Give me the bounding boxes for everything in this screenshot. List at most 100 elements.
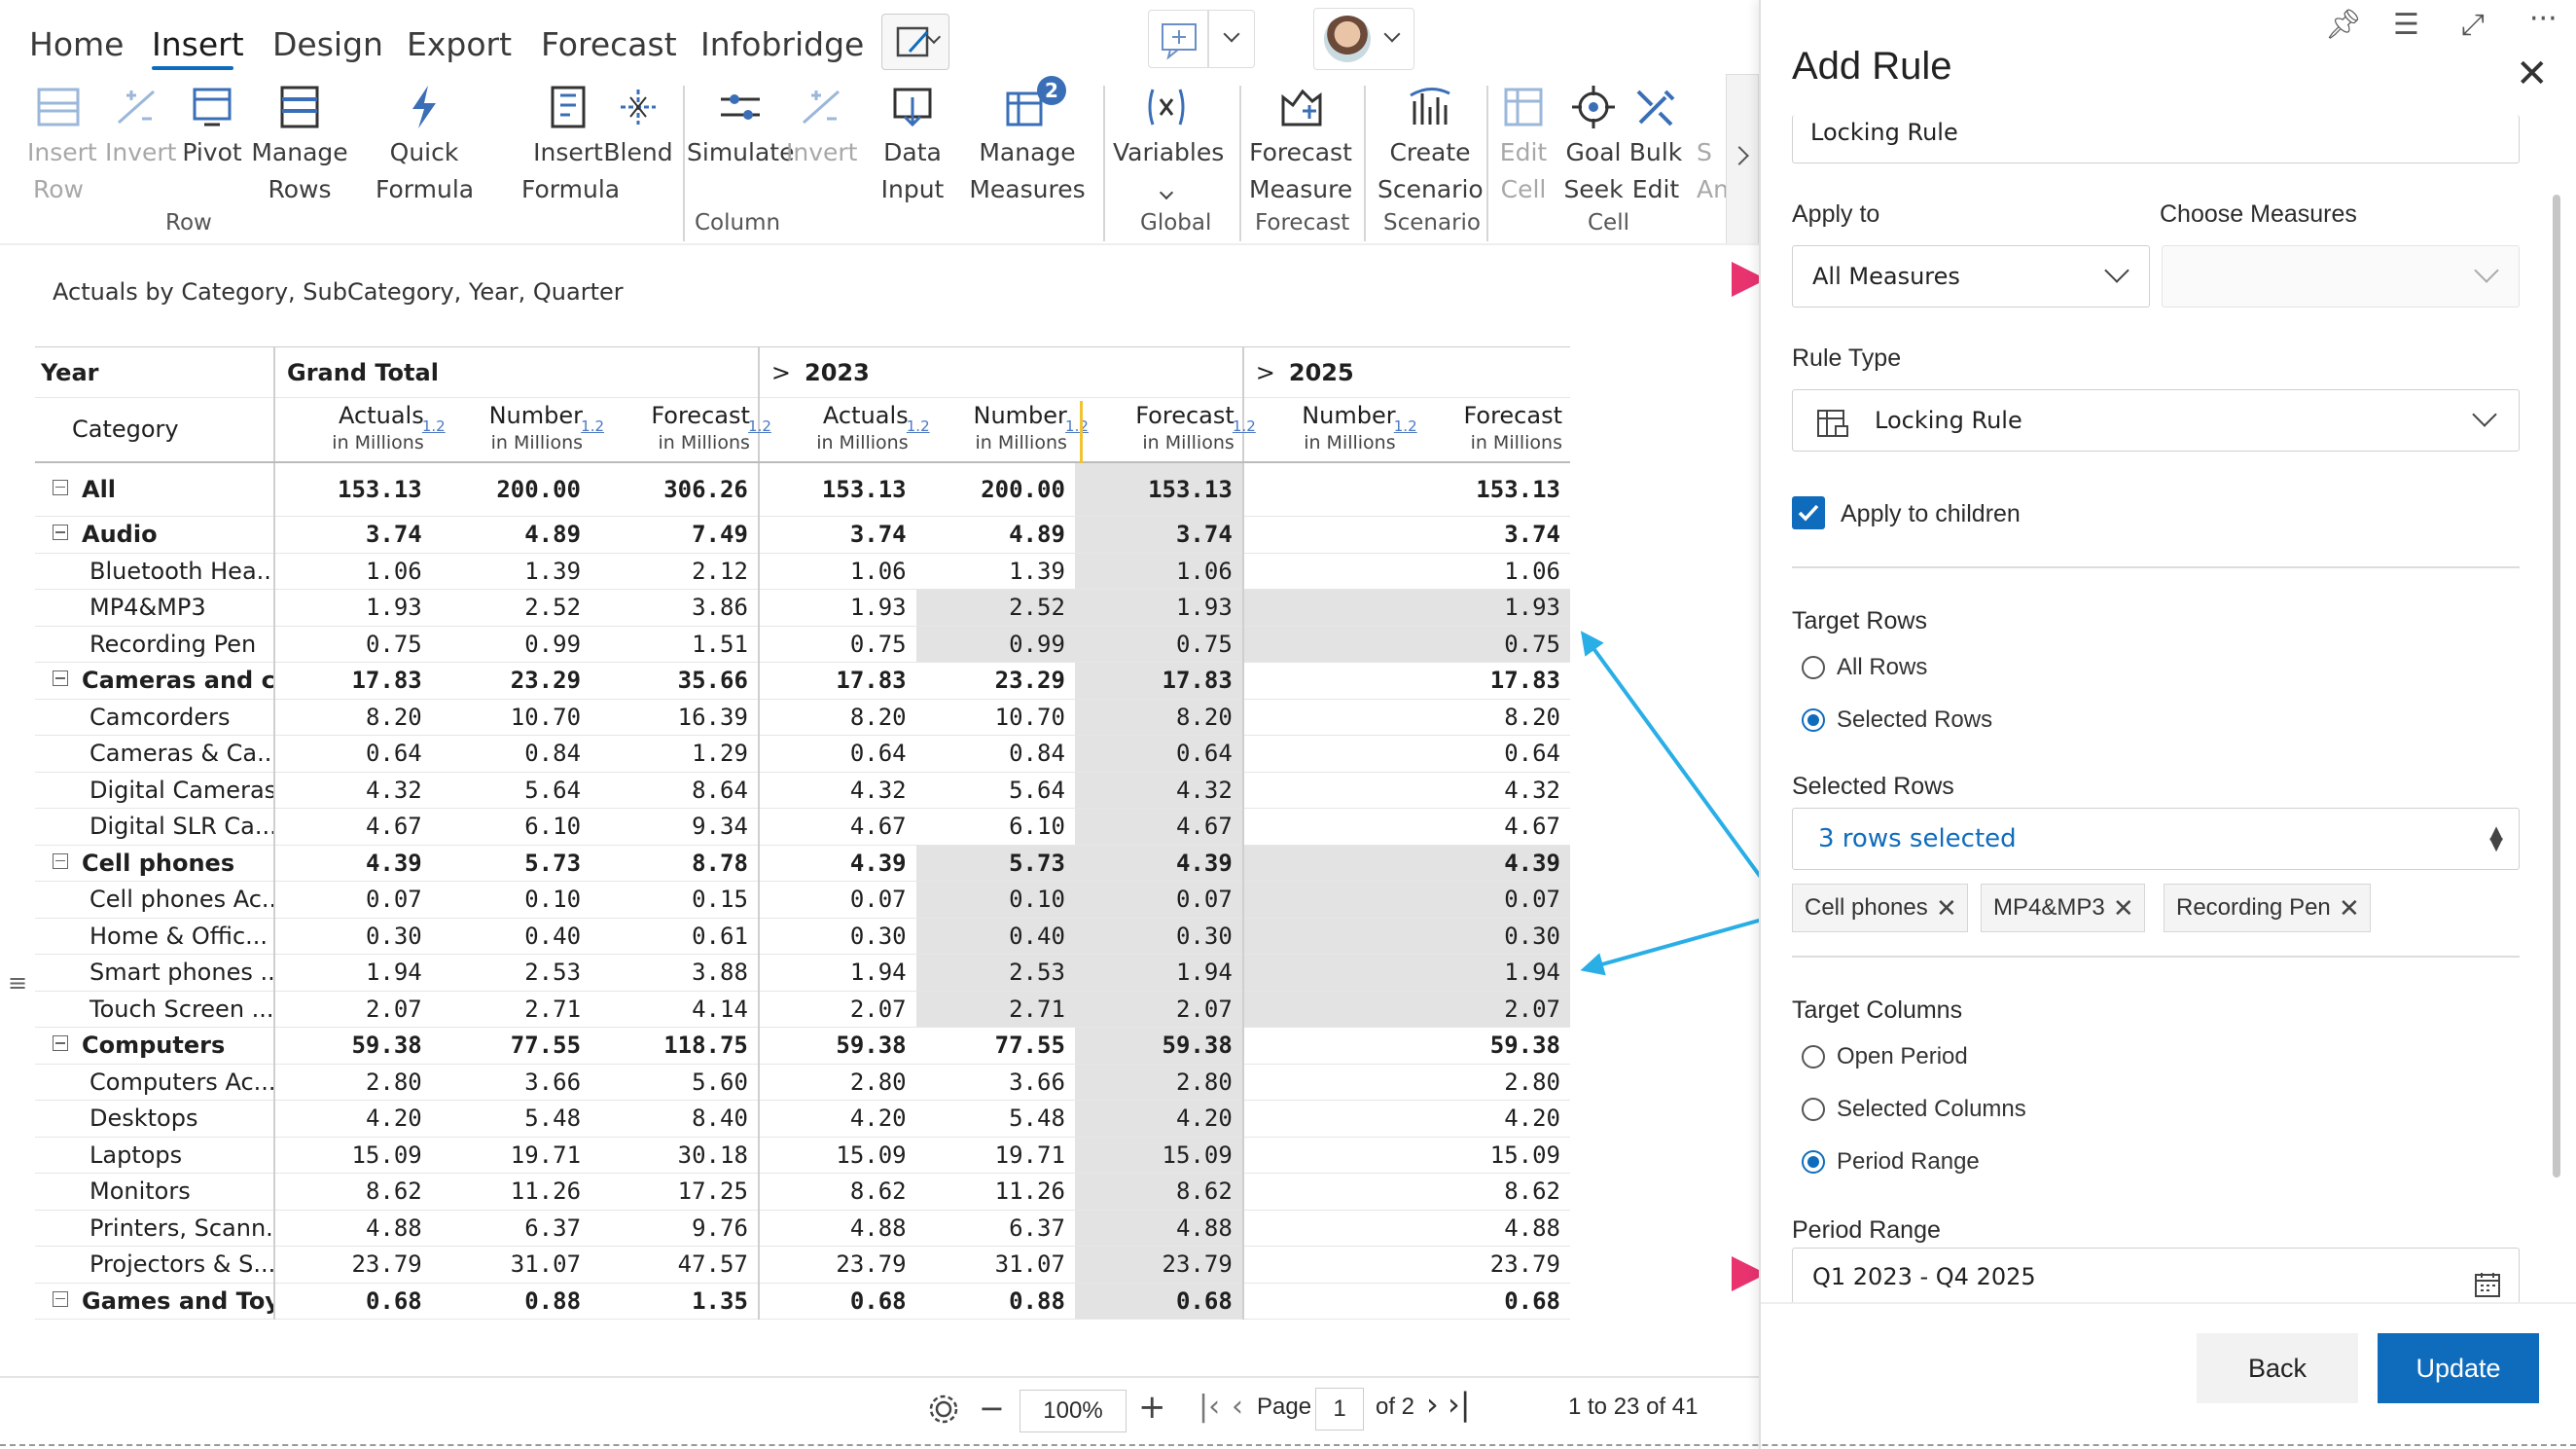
row-label[interactable]: Cell phones [35,845,275,882]
cell[interactable]: 1.39 [915,553,1075,590]
row-label[interactable]: MP4&MP3 [35,589,275,627]
cell[interactable]: 15.09 [274,1137,432,1174]
cell[interactable]: 0.07 [758,881,916,919]
blend-button[interactable]: Blend [599,82,677,208]
cell[interactable]: 31.07 [915,1246,1075,1284]
cell[interactable]: 0.30 [758,918,916,955]
cell[interactable]: 0.64 [1403,735,1570,773]
cell[interactable]: 0.75 [758,626,916,663]
remove-chip-icon[interactable]: ✕ [1936,885,1957,931]
cell[interactable]: 15.09 [758,1137,916,1174]
cell[interactable]: 8.62 [758,1173,916,1211]
cell[interactable]: 4.32 [1074,772,1244,809]
cell[interactable]: 16.39 [590,699,760,736]
cell[interactable]: 2.07 [758,991,916,1028]
update-button[interactable]: Update [2378,1333,2539,1403]
cell[interactable] [1242,918,1404,955]
cell[interactable]: 4.39 [1403,845,1570,882]
tab-export[interactable]: Export [407,23,512,66]
cell[interactable]: 2.07 [1074,991,1244,1028]
cell[interactable]: 1.94 [274,954,432,992]
cell[interactable]: 4.88 [758,1210,916,1247]
cell[interactable]: 0.40 [431,918,591,955]
cell[interactable] [1242,461,1404,517]
cell[interactable]: 2.53 [915,954,1075,992]
cell[interactable]: 4.39 [758,845,916,882]
cell[interactable]: 77.55 [431,1027,591,1065]
row-label[interactable]: Touch Screen ... [35,991,275,1028]
first-page-icon[interactable]: |‹ [1199,1390,1220,1424]
manage-rows-button[interactable]: Manage Rows [251,82,348,208]
cell[interactable]: 59.38 [274,1027,432,1065]
comment-button[interactable] [1148,10,1255,68]
cell[interactable]: 0.64 [758,735,916,773]
forecast-measure-button[interactable]: Forecast Measure [1249,82,1352,208]
cell[interactable]: 0.88 [915,1283,1075,1320]
apply-children-checkbox[interactable] [1792,496,1825,529]
row-label[interactable]: Games and Toys [35,1283,275,1320]
row-label[interactable]: Cameras & Ca... [35,735,275,773]
cell[interactable]: 4.89 [431,516,591,554]
cell[interactable]: 4.67 [1074,808,1244,846]
cell[interactable]: 1.51 [590,626,760,663]
row-label[interactable]: Recording Pen [35,626,275,663]
cell[interactable] [1242,1210,1404,1247]
cell[interactable]: 31.07 [431,1246,591,1284]
row-label[interactable]: Cameras and c... [35,662,275,700]
cell[interactable]: 19.71 [431,1137,591,1174]
row-label[interactable]: Camcorders [35,699,275,736]
cell[interactable]: 8.62 [274,1173,432,1211]
remove-chip-icon[interactable]: ✕ [2339,885,2360,931]
cell[interactable]: 8.64 [590,772,760,809]
zoom-in-button[interactable]: + [1138,1388,1166,1427]
variables-button[interactable]: Variables [1113,82,1224,208]
cell[interactable]: 5.60 [590,1064,760,1101]
cell[interactable]: 0.84 [431,735,591,773]
cell[interactable]: 306.26 [590,461,760,517]
cell[interactable]: 9.34 [590,808,760,846]
expand-icon[interactable]: > [771,359,791,386]
cell[interactable]: 4.88 [274,1210,432,1247]
cell[interactable]: 0.68 [1403,1283,1570,1320]
rule-name-input[interactable]: Locking Rule [1792,115,2520,163]
user-menu-button[interactable] [1313,8,1414,70]
cell[interactable]: 3.74 [1074,516,1244,554]
cell[interactable]: 2.71 [431,991,591,1028]
expand-icon[interactable]: > [1256,359,1275,386]
cell[interactable]: 2.07 [274,991,432,1028]
cell[interactable]: 0.75 [1074,626,1244,663]
data-input-button[interactable]: Data Input [872,82,953,208]
cell[interactable]: 15.09 [1074,1137,1244,1174]
cell[interactable]: 11.26 [431,1173,591,1211]
cell[interactable]: 15.09 [1403,1137,1570,1174]
cell[interactable]: 4.39 [1074,845,1244,882]
cell[interactable]: 0.10 [915,881,1075,919]
cell[interactable]: 4.32 [758,772,916,809]
selected-rows-select[interactable]: 3 rows selected ▲ ▼ [1792,808,2520,870]
cell[interactable] [1242,553,1404,590]
cell[interactable]: 4.20 [274,1100,432,1138]
invert-button[interactable]: Invert [786,82,857,208]
edit-cell-button[interactable]: Edit Cell [1492,82,1555,208]
cell[interactable]: 2.80 [758,1064,916,1101]
column-header[interactable]: Forecast in Millions [1403,397,1570,463]
row-label[interactable]: Monitors [35,1173,275,1211]
cell[interactable]: 6.37 [431,1210,591,1247]
row-label[interactable]: All [35,461,275,517]
column-header[interactable]: Forecast in Millions 1.2 [590,397,771,463]
cell[interactable]: 0.15 [590,881,760,919]
cell[interactable]: 5.73 [915,845,1075,882]
cell[interactable]: 5.64 [915,772,1075,809]
cell[interactable]: 8.78 [590,845,760,882]
remove-chip-icon[interactable]: ✕ [2113,885,2134,931]
cell[interactable]: 23.29 [431,662,591,700]
column-header[interactable]: Actuals in Millions 1.2 [273,397,446,463]
collapse-icon[interactable] [53,525,68,541]
cell[interactable]: 8.20 [1074,699,1244,736]
bulk-edit-button[interactable]: Bulk Edit [1625,82,1687,208]
cell[interactable]: 0.68 [758,1283,916,1320]
collapse-icon[interactable] [53,479,68,495]
cell[interactable]: 2.80 [1403,1064,1570,1101]
cell[interactable]: 17.83 [1403,662,1570,700]
cell[interactable]: 19.71 [915,1137,1075,1174]
